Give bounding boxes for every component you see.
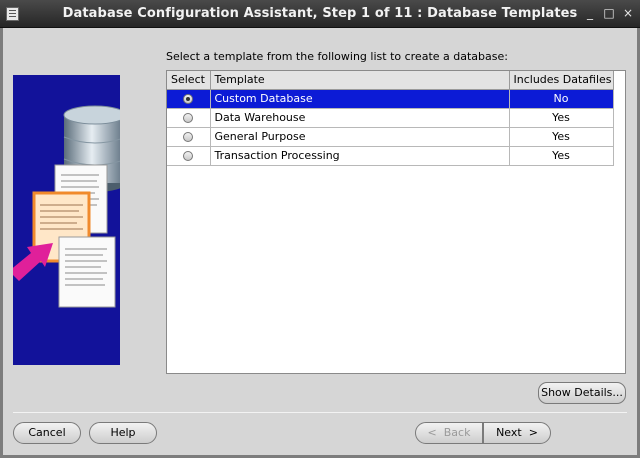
column-header-select[interactable]: Select (167, 71, 211, 90)
template-cell[interactable]: General Purpose (210, 127, 510, 147)
next-button[interactable]: Next > (483, 422, 551, 444)
minimize-icon[interactable]: _ (582, 5, 598, 21)
close-icon[interactable]: × (620, 5, 636, 21)
template-cell[interactable]: Custom Database (210, 89, 510, 109)
includes-datafiles-cell: No (509, 89, 614, 109)
table-row[interactable]: Custom Database No (167, 89, 614, 109)
radio-button[interactable] (183, 132, 194, 142)
radio-button[interactable] (183, 94, 194, 104)
maximize-icon[interactable]: □ (601, 5, 617, 21)
database-illustration (13, 75, 120, 365)
column-header-template[interactable]: Template (210, 71, 510, 90)
radio-button[interactable] (183, 151, 194, 161)
instruction-text: Select a template from the following lis… (166, 50, 508, 63)
includes-datafiles-cell: Yes (509, 146, 614, 166)
chevron-right-icon: > (528, 426, 538, 439)
cancel-button[interactable]: Cancel (13, 422, 81, 444)
column-header-includes-datafiles[interactable]: Includes Datafiles (509, 71, 614, 90)
title-bar: Database Configuration Assistant, Step 1… (0, 0, 640, 28)
show-details-button[interactable]: Show Details... (538, 382, 626, 404)
help-button[interactable]: Help (89, 422, 157, 444)
footer-divider (13, 412, 627, 413)
template-cell[interactable]: Transaction Processing (210, 146, 510, 166)
table-row[interactable]: Data Warehouse Yes (167, 108, 614, 128)
includes-datafiles-cell: Yes (509, 108, 614, 128)
database-documents-icon (13, 105, 120, 308)
select-cell[interactable] (167, 127, 211, 147)
includes-datafiles-cell: Yes (509, 127, 614, 147)
table-row[interactable]: Transaction Processing Yes (167, 146, 614, 166)
select-cell[interactable] (167, 108, 211, 128)
next-label: Next (496, 426, 522, 439)
table-row[interactable]: General Purpose Yes (167, 127, 614, 147)
select-cell[interactable] (167, 146, 211, 166)
chevron-left-icon: < (427, 426, 437, 439)
template-table[interactable]: Select Template Includes Datafiles Custo… (166, 70, 626, 374)
template-cell[interactable]: Data Warehouse (210, 108, 510, 128)
radio-button[interactable] (183, 113, 194, 123)
select-cell[interactable] (167, 89, 211, 109)
table-header: Select Template Includes Datafiles (167, 71, 614, 90)
window-title: Database Configuration Assistant, Step 1… (62, 6, 578, 21)
back-button[interactable]: < Back (415, 422, 483, 444)
back-label: Back (443, 426, 471, 439)
